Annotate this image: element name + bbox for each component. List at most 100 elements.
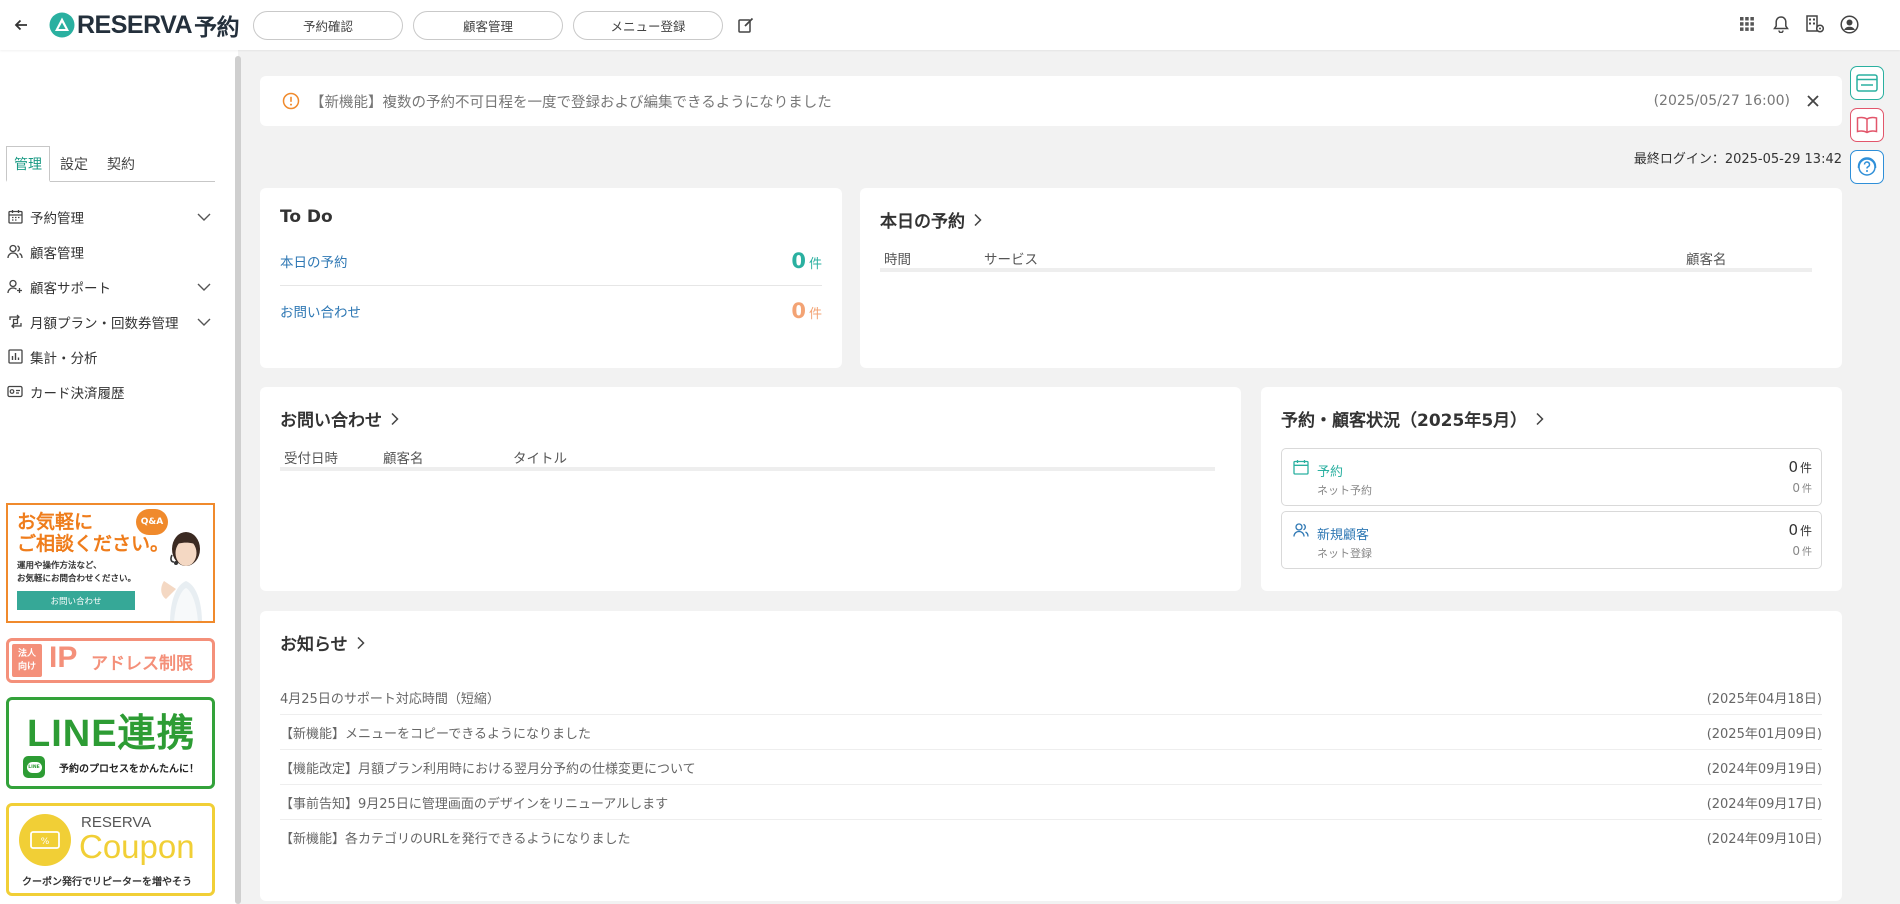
corporate-tag: 法人 向け bbox=[12, 644, 42, 677]
reservation-customer-status-card: 予約・顧客状況（2025年5月） 予約 ネット予約 0件 0件 新規顧客 ネット… bbox=[1261, 387, 1842, 591]
ip-restriction-banner[interactable]: 法人 向け IP アドレス制限 bbox=[6, 638, 215, 683]
consult-banner[interactable]: お気軽に ご相談ください。 Q&A 運用や操作方法など、 お気軽にお問合わせくだ… bbox=[6, 503, 215, 623]
sidebar-item-card-payment-history[interactable]: カード決済履歴 bbox=[6, 374, 216, 409]
chevron-right-icon[interactable] bbox=[1535, 412, 1545, 426]
stat-sub-count: 0件 bbox=[1792, 543, 1812, 558]
sidebar-item-monthly-plan[interactable]: 月額プラン・回数券管理 bbox=[6, 304, 216, 339]
stat-reservations[interactable]: 予約 ネット予約 0件 0件 bbox=[1281, 448, 1822, 506]
news-title[interactable]: お知らせ bbox=[280, 630, 366, 655]
user-support-icon bbox=[6, 278, 24, 296]
app-logo[interactable]: RESERVA 予約 bbox=[49, 8, 240, 42]
stat-new-customers[interactable]: 新規顧客 ネット登録 0件 0件 bbox=[1281, 511, 1822, 569]
news-item-date: (2025年04月18日) bbox=[1706, 691, 1822, 707]
chevron-down-icon[interactable] bbox=[196, 279, 212, 295]
todo-inquiries-count: 0 件 bbox=[791, 299, 822, 323]
sidebar-scrollbar[interactable] bbox=[235, 56, 241, 904]
ip-title-text: アドレス制限 bbox=[91, 654, 193, 674]
account-icon[interactable] bbox=[1838, 13, 1860, 35]
chevron-right-icon[interactable] bbox=[356, 636, 366, 650]
calendar-icon bbox=[6, 208, 24, 226]
svg-text:%: % bbox=[41, 837, 50, 847]
status-card-title-text: 予約・顧客状況（2025年5月） bbox=[1281, 411, 1528, 431]
today-reservations-table-header: 時間 サービス 顧客名 bbox=[880, 248, 1812, 272]
today-reservations-title-text: 本日の予約 bbox=[880, 212, 965, 232]
chevron-right-icon[interactable] bbox=[973, 213, 983, 227]
warning-icon bbox=[282, 92, 300, 110]
line-banner-sub: 予約のプロセスをかんたんに！ bbox=[59, 764, 199, 775]
nav-reservation-check-button[interactable]: 予約確認 bbox=[253, 10, 404, 40]
coupon-banner[interactable]: % RESERVA Coupon クーポン発行でリピーターを増やそう bbox=[6, 803, 215, 896]
news-item-title: 【事前告知】9月25日に管理画面のデザインをリニューアルします bbox=[280, 796, 669, 812]
chevron-right-icon[interactable] bbox=[390, 412, 400, 426]
browser-window-icon bbox=[1856, 74, 1878, 92]
nav-menu-register-button[interactable]: メニュー登録 bbox=[573, 10, 724, 40]
tab-contract[interactable]: 契約 bbox=[98, 146, 144, 182]
sidebar-item-customer-support[interactable]: 顧客サポート bbox=[6, 269, 216, 304]
consult-banner-line2: ご相談ください。 bbox=[17, 533, 170, 555]
coupon-ticket-icon: % bbox=[19, 814, 71, 866]
todo-card: To Do 本日の予約 0 件 お問い合わせ 0 件 bbox=[260, 188, 842, 368]
stat-count: 0件 bbox=[1788, 521, 1812, 539]
column-header-title: タイトル bbox=[513, 451, 567, 467]
users-icon bbox=[6, 243, 24, 261]
news-title-text: お知らせ bbox=[280, 635, 348, 655]
card-icon bbox=[6, 383, 24, 401]
todo-today-reservations-count: 0 件 bbox=[791, 249, 822, 273]
todo-inquiries-link[interactable]: お問い合わせ bbox=[280, 301, 361, 321]
help-support-button[interactable] bbox=[1850, 150, 1884, 184]
building-settings-icon[interactable] bbox=[1804, 13, 1826, 35]
column-header-time: 時間 bbox=[884, 252, 911, 268]
announcement-text[interactable]: 【新機能】複数の予約不可日程を一度で登録および編集できるようになりました bbox=[310, 91, 1654, 112]
bar-chart-icon bbox=[6, 348, 24, 366]
coupon-title: Coupon bbox=[79, 828, 195, 865]
bell-icon[interactable] bbox=[1770, 13, 1792, 35]
line-integration-banner[interactable]: LINE連携 LINE 予約のプロセスをかんたんに！ bbox=[6, 697, 215, 789]
count-unit: 件 bbox=[808, 307, 822, 322]
column-header-customer: 顧客名 bbox=[383, 451, 424, 467]
news-item-title: 4月25日のサポート対応時間（短縮） bbox=[280, 691, 500, 707]
todo-today-reservations-link[interactable]: 本日の予約 bbox=[280, 251, 348, 271]
repeat-icon bbox=[6, 313, 24, 331]
close-icon[interactable] bbox=[1806, 94, 1820, 108]
sidebar-item-reservation-management[interactable]: 予約管理 bbox=[6, 199, 216, 234]
todo-row-inquiries: お問い合わせ 0 件 bbox=[280, 286, 822, 336]
todo-card-title: To Do bbox=[280, 207, 333, 227]
sidebar-item-customer-management[interactable]: 顧客管理 bbox=[6, 234, 216, 269]
sidebar-tabs: 管理 設定 契約 bbox=[6, 146, 215, 182]
status-card-title[interactable]: 予約・顧客状況（2025年5月） bbox=[1281, 406, 1545, 431]
operator-person-image bbox=[161, 532, 202, 621]
tab-settings[interactable]: 設定 bbox=[50, 146, 98, 182]
count-unit: 件 bbox=[808, 256, 822, 272]
news-item[interactable]: 【事前告知】9月25日に管理画面のデザインをリニューアルします (2024年09… bbox=[280, 785, 1822, 820]
news-card: お知らせ 4月25日のサポート対応時間（短縮） (2025年04月18日) 【新… bbox=[260, 611, 1842, 901]
news-item[interactable]: 【新機能】メニューをコピーできるようになりました (2025年01月09日) bbox=[280, 715, 1822, 750]
inquiries-title-text: お問い合わせ bbox=[280, 411, 382, 431]
chevron-down-icon[interactable] bbox=[196, 314, 212, 330]
coupon-sub: クーポン発行でリピーターを増やそう bbox=[22, 877, 192, 888]
browser-window-button[interactable] bbox=[1850, 66, 1884, 100]
back-arrow-icon[interactable] bbox=[9, 13, 33, 37]
sidebar-item-label: 集計・分析 bbox=[30, 350, 98, 367]
manual-book-button[interactable] bbox=[1850, 108, 1884, 142]
news-item-title: 【新機能】メニューをコピーできるようになりました bbox=[280, 726, 591, 742]
edit-icon[interactable] bbox=[735, 14, 757, 36]
news-item[interactable]: 【新機能】各カテゴリのURLを発行できるようになりました (2024年09月10… bbox=[280, 820, 1822, 855]
line-banner-title: LINE連携 bbox=[27, 713, 196, 755]
today-reservations-title[interactable]: 本日の予約 bbox=[880, 207, 983, 232]
chevron-down-icon[interactable] bbox=[196, 209, 212, 225]
stat-sub-count-unit: 件 bbox=[1802, 547, 1812, 558]
stat-count-value: 0 bbox=[1788, 521, 1798, 539]
tab-management[interactable]: 管理 bbox=[6, 146, 50, 182]
news-list: 4月25日のサポート対応時間（短縮） (2025年04月18日) 【新機能】メニ… bbox=[280, 680, 1822, 855]
logo-triangle-icon bbox=[49, 12, 75, 38]
sidebar-item-analytics[interactable]: 集計・分析 bbox=[6, 339, 216, 374]
stat-count-value: 0 bbox=[1788, 458, 1798, 476]
inquiries-title[interactable]: お問い合わせ bbox=[280, 406, 400, 431]
consult-contact-button[interactable]: お問い合わせ bbox=[17, 591, 135, 610]
apps-grid-icon[interactable] bbox=[1736, 13, 1758, 35]
news-item[interactable]: 4月25日のサポート対応時間（短縮） (2025年04月18日) bbox=[280, 680, 1822, 715]
nav-customer-management-button[interactable]: 顧客管理 bbox=[413, 10, 564, 40]
last-login-text: 最終ログイン：2025-05-29 13:42 bbox=[1633, 152, 1842, 167]
news-item[interactable]: 【機能改定】月額プラン利用時における翌月分予約の仕様変更について (2024年0… bbox=[280, 750, 1822, 785]
sidebar-item-label: 予約管理 bbox=[30, 210, 84, 227]
